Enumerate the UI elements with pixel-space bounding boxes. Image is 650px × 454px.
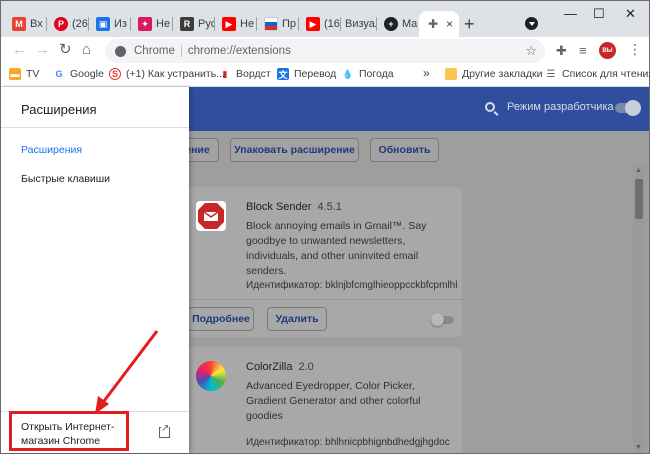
browser-window: M Вх P (26 ▣ Из ✦ Не R Рус ▶ Не Пр ▶ (16… [0,0,650,454]
annotation-arrow [95,330,159,414]
